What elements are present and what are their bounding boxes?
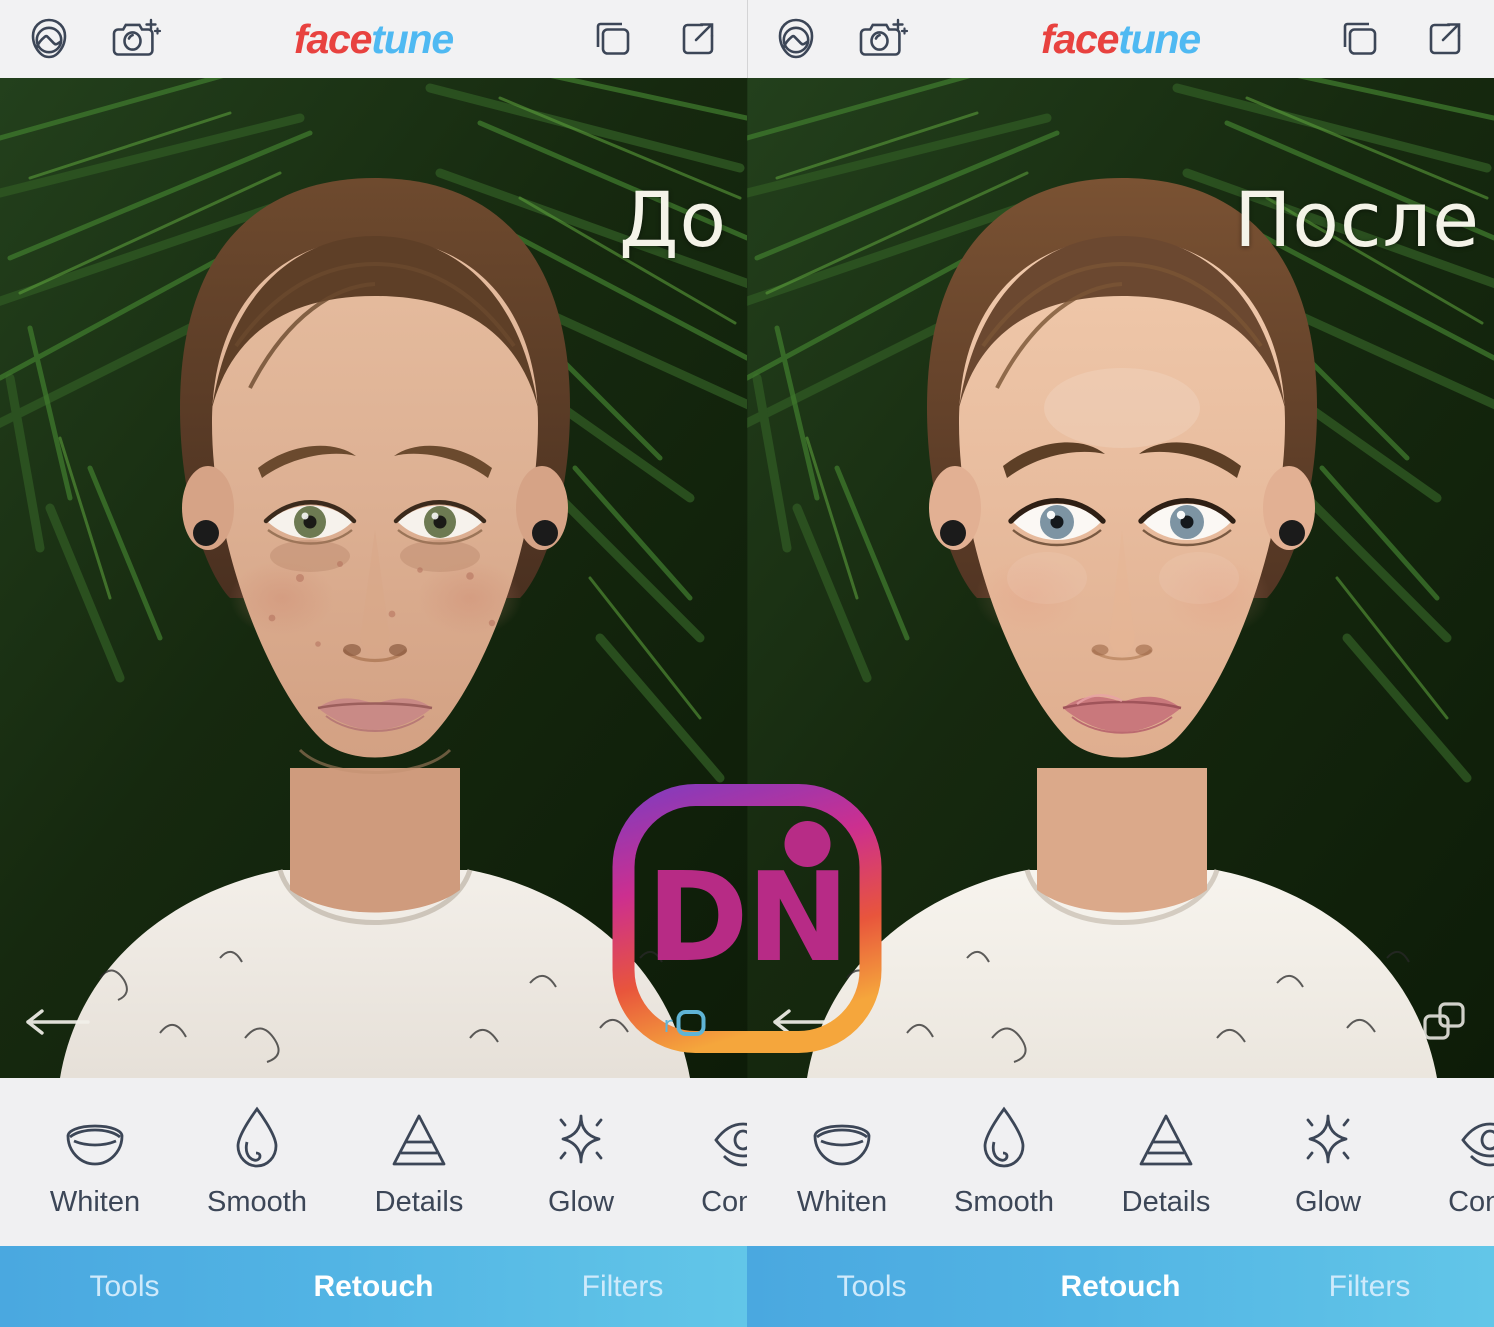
- panel-before: facetune До Whiten Smooth Details Glow C…: [0, 0, 747, 1327]
- bottom-navigation: Tools Retouch Filters: [0, 1246, 747, 1327]
- tool-glow[interactable]: Glow: [1247, 1106, 1409, 1219]
- panel-divider: [747, 0, 748, 1078]
- tool-smooth[interactable]: Smooth: [923, 1106, 1085, 1219]
- nav-tab-filters[interactable]: Filters: [498, 1270, 747, 1304]
- eye-concealer-icon: [712, 1106, 747, 1170]
- app-header: facetune: [0, 0, 747, 78]
- tool-smooth[interactable]: Smooth: [176, 1106, 338, 1219]
- water-drop-icon: [980, 1106, 1028, 1170]
- tool-label: Details: [374, 1185, 464, 1218]
- sparkle-star-icon: [1297, 1106, 1359, 1170]
- header-right-icons: [1336, 18, 1466, 60]
- nav-tab-tools[interactable]: Tools: [747, 1270, 996, 1304]
- tool-label: Smooth: [954, 1185, 1054, 1218]
- sparkle-star-icon: [550, 1106, 612, 1170]
- tool-concealer[interactable]: Conce: [1409, 1106, 1494, 1219]
- tool-label: Conce: [701, 1185, 747, 1218]
- layers-compare-icon[interactable]: [1336, 18, 1380, 60]
- brand-face-text: face: [1040, 15, 1119, 62]
- tool-whiten[interactable]: Whiten: [14, 1106, 176, 1219]
- panel-caption: До: [619, 175, 727, 264]
- triangle-layers-icon: [390, 1106, 448, 1170]
- undo-arrow-icon[interactable]: [771, 1007, 837, 1042]
- compare-layers-icon[interactable]: [1420, 999, 1468, 1048]
- portrait-gallery-icon[interactable]: [26, 16, 72, 62]
- camera-sparkle-icon[interactable]: [110, 16, 162, 62]
- tool-whiten[interactable]: Whiten: [761, 1106, 923, 1219]
- brand-tune-text: tune: [371, 15, 454, 62]
- triangle-layers-icon: [1137, 1106, 1195, 1170]
- app-header: facetune: [747, 0, 1494, 78]
- tool-label: Details: [1121, 1185, 1211, 1218]
- photo-preview-after[interactable]: После: [747, 78, 1494, 1078]
- water-drop-icon: [233, 1106, 281, 1170]
- tool-details[interactable]: Details: [1085, 1106, 1247, 1219]
- app-brand-logo: facetune: [293, 15, 454, 63]
- eye-concealer-icon: [1459, 1106, 1494, 1170]
- tool-label: Glow: [547, 1185, 615, 1218]
- teeth-smile-icon: [811, 1106, 873, 1170]
- nav-tab-retouch[interactable]: Retouch: [249, 1270, 498, 1304]
- tool-concealer[interactable]: Conce: [662, 1106, 747, 1219]
- brand-face-text: face: [293, 15, 372, 62]
- tool-label: Glow: [1294, 1185, 1362, 1218]
- bottom-navigation: Tools Retouch Filters: [747, 1246, 1494, 1327]
- undo-arrow-icon[interactable]: [24, 1007, 90, 1042]
- share-export-icon[interactable]: [675, 18, 719, 60]
- panel-after: facetune После Whiten Smooth Details Glo…: [747, 0, 1494, 1327]
- tool-details[interactable]: Details: [338, 1106, 500, 1219]
- nav-tab-filters[interactable]: Filters: [1245, 1270, 1494, 1304]
- retouch-toolbar: Whiten Smooth Details Glow Con: [0, 1078, 747, 1246]
- retouch-toolbar: Whiten Smooth Details Glow Con: [747, 1078, 1494, 1246]
- panel-caption: После: [1234, 175, 1480, 264]
- header-left-icons: [773, 16, 909, 62]
- nav-tab-tools[interactable]: Tools: [0, 1270, 249, 1304]
- header-right-icons: [589, 18, 719, 60]
- facetune-before-after-comparison: facetune До Whiten Smooth Details Glow C…: [0, 0, 1494, 1327]
- portrait-gallery-icon[interactable]: [773, 16, 819, 62]
- header-left-icons: [26, 16, 162, 62]
- tool-label: Whiten: [49, 1185, 141, 1218]
- photo-preview-before[interactable]: До: [0, 78, 747, 1078]
- tool-label: Conce: [1448, 1185, 1494, 1218]
- brand-tune-text: tune: [1118, 15, 1201, 62]
- layers-compare-icon[interactable]: [589, 18, 633, 60]
- app-brand-logo: facetune: [1040, 15, 1201, 63]
- tool-label: Whiten: [796, 1185, 888, 1218]
- camera-sparkle-icon[interactable]: [857, 16, 909, 62]
- teeth-smile-icon: [64, 1106, 126, 1170]
- share-export-icon[interactable]: [1422, 18, 1466, 60]
- tool-glow[interactable]: Glow: [500, 1106, 662, 1219]
- tool-label: Smooth: [207, 1185, 307, 1218]
- nav-tab-retouch[interactable]: Retouch: [996, 1270, 1245, 1304]
